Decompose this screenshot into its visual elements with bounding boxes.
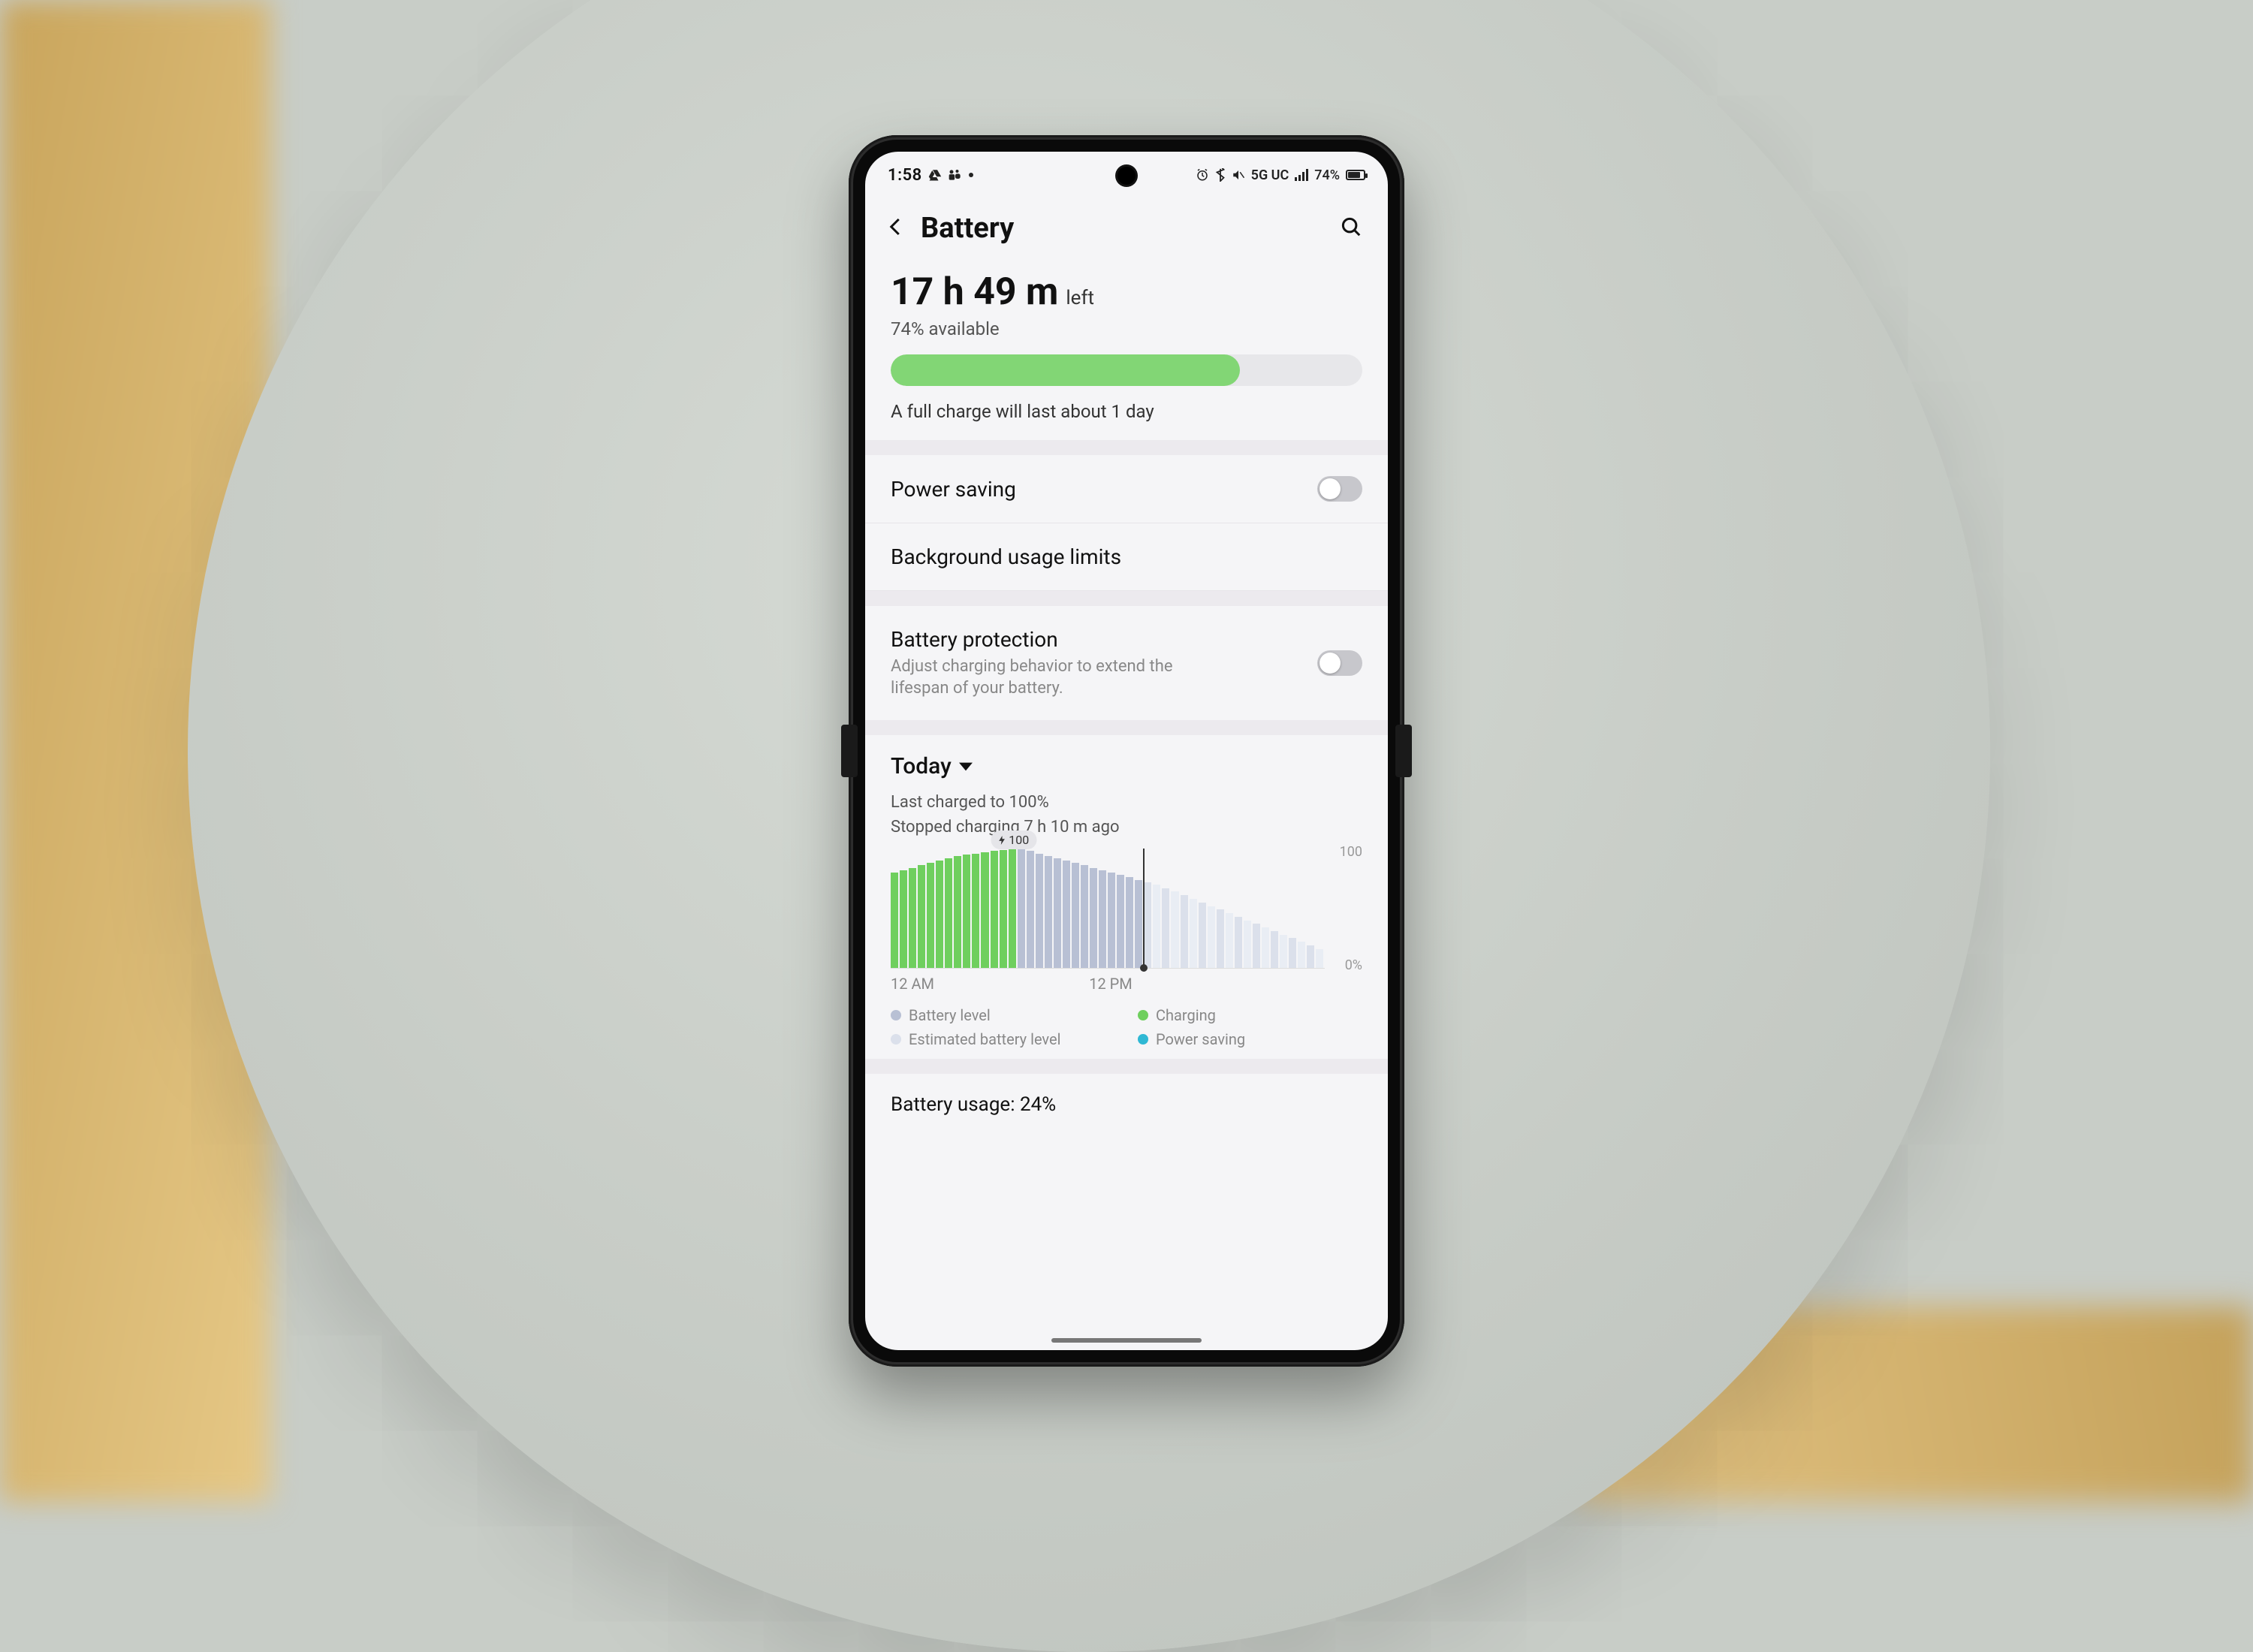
battery-summary: 17 h 49 m left 74% available A full char… [865, 257, 1388, 440]
power-saving-toggle[interactable] [1317, 476, 1362, 502]
section-divider [865, 1059, 1388, 1074]
today-dropdown[interactable]: Today [891, 753, 1362, 779]
battery-protection-toggle[interactable] [1317, 650, 1362, 676]
section-divider [865, 440, 1388, 455]
hinge-left [841, 725, 858, 777]
time-remaining-value: 17 h 49 m [891, 270, 1058, 314]
legend-battery-level: Battery level [891, 1006, 1115, 1024]
front-camera [1117, 167, 1136, 185]
today-label: Today [891, 753, 952, 779]
available-text: 74% available [891, 318, 1362, 339]
alarm-icon [1196, 168, 1209, 182]
teams-icon [948, 168, 963, 182]
background-usage-limits-row[interactable]: Background usage limits [865, 523, 1388, 591]
network-label: 5G UC [1251, 167, 1289, 183]
section-divider [865, 591, 1388, 606]
back-button[interactable] [885, 216, 907, 241]
hinge-right [1395, 725, 1412, 777]
page-header: Battery [865, 192, 1388, 257]
chart-x-start: 12 AM [891, 975, 934, 993]
last-charged-text: Last charged to 100% [891, 790, 1362, 815]
more-notifications-dot [969, 173, 973, 177]
search-button[interactable] [1340, 216, 1362, 241]
charge-complete-badge: 100 [991, 831, 1036, 849]
current-time-marker [1143, 849, 1145, 968]
chart-x-mid: 12 PM [1089, 975, 1133, 993]
phone-frame: 1:58 5G UC [849, 135, 1404, 1367]
page-title: Battery [921, 212, 1014, 245]
battery-usage-row[interactable]: Battery usage: 24% [865, 1074, 1388, 1116]
mute-icon [1232, 168, 1245, 182]
chart-legend: Battery level Charging Estimated battery… [891, 1006, 1362, 1048]
google-drive-icon [928, 168, 942, 182]
signal-bars-icon [1295, 169, 1308, 181]
bluetooth-connected-icon [1215, 168, 1226, 182]
home-indicator[interactable] [1051, 1338, 1202, 1343]
battery-usage-label: Battery usage: 24% [891, 1093, 1056, 1116]
screen: 1:58 5G UC [865, 152, 1388, 1350]
chart-y-max: 100 [1340, 844, 1362, 860]
battery-progress-fill [891, 354, 1240, 386]
power-saving-label: Power saving [891, 477, 1016, 502]
battery-chart[interactable]: 100 0% 100 [891, 849, 1362, 969]
battery-icon [1346, 170, 1365, 180]
battery-progress-track [891, 354, 1362, 386]
background-usage-limits-label: Background usage limits [891, 544, 1121, 569]
stopped-charging-text: Stopped charging 7 h 10 m ago [891, 815, 1362, 840]
section-divider [865, 720, 1388, 735]
legend-estimated: Estimated battery level [891, 1030, 1115, 1048]
battery-protection-subtitle: Adjust charging behavior to extend the l… [891, 656, 1221, 699]
legend-charging: Charging [1138, 1006, 1362, 1024]
status-time: 1:58 [888, 166, 922, 185]
power-saving-row[interactable]: Power saving [865, 455, 1388, 523]
battery-protection-label: Battery protection [891, 627, 1221, 652]
battery-protection-row[interactable]: Battery protection Adjust charging behav… [865, 606, 1388, 720]
chevron-down-icon [959, 760, 973, 773]
today-section: Today Last charged to 100% Stopped charg… [865, 735, 1388, 1059]
legend-power-saving: Power saving [1138, 1030, 1362, 1048]
chart-y-min: 0% [1345, 957, 1362, 973]
full-charge-note: A full charge will last about 1 day [891, 401, 1362, 422]
content-scroll[interactable]: 17 h 49 m left 74% available A full char… [865, 257, 1388, 1350]
battery-percent-text: 74% [1314, 167, 1340, 183]
time-remaining-suffix: left [1066, 287, 1094, 309]
